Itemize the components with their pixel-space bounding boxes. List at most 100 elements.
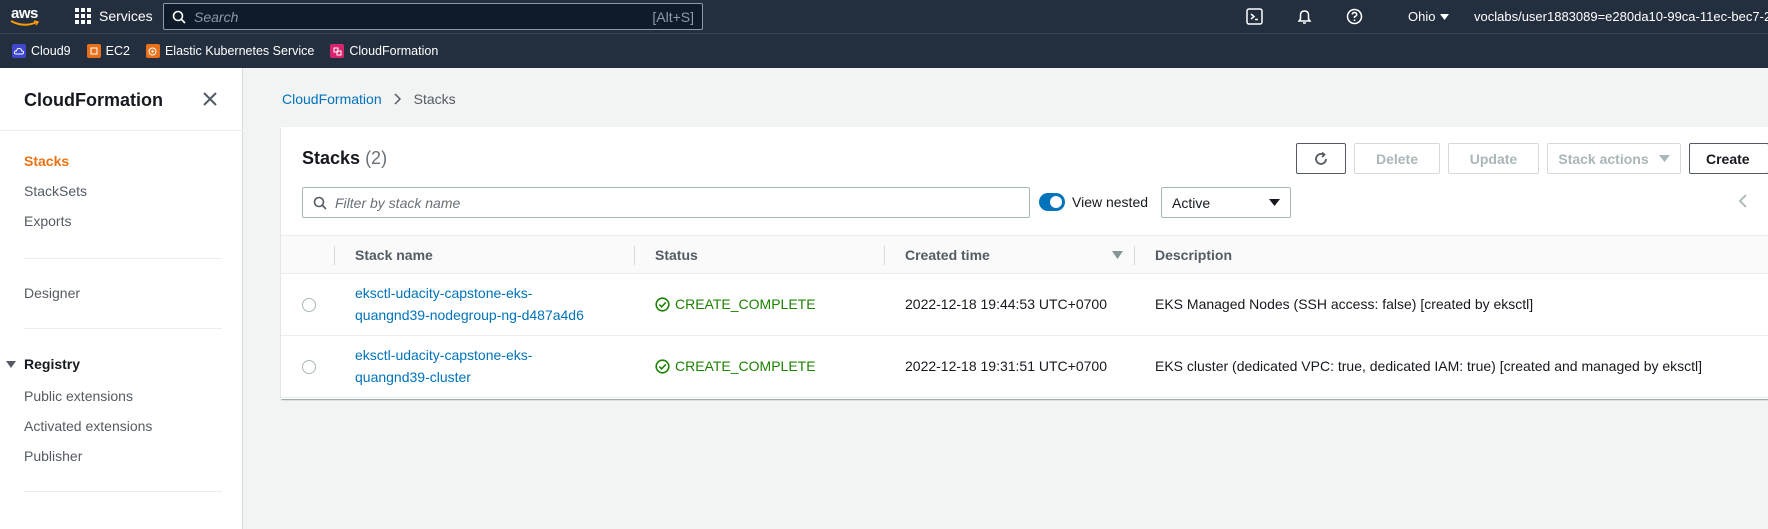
panel-title: Stacks (2) (302, 148, 387, 169)
favorite-label: Cloud9 (31, 44, 71, 58)
divider (0, 130, 243, 131)
column-divider (334, 246, 335, 265)
column-divider (884, 246, 885, 265)
sidebar-section-label: Registry (24, 356, 81, 372)
table-row[interactable]: eksctl-udacity-capstone-eks- quangnd39-n… (281, 274, 1768, 336)
cloudshell-icon[interactable] (1246, 8, 1263, 25)
favorites-bar: Cloud9 EC2 Elastic Kubernetes Service Cl… (0, 33, 1768, 68)
refresh-icon (1315, 151, 1327, 165)
row-select-radio[interactable] (302, 298, 316, 312)
search-shortcut: [Alt+S] (652, 8, 694, 25)
status-cell: CREATE_COMPLETE (655, 358, 816, 374)
column-divider (634, 246, 635, 265)
caret-down-icon (1269, 199, 1280, 206)
aws-smile-icon (10, 20, 40, 26)
view-nested-toggle[interactable] (1039, 193, 1065, 211)
divider (24, 491, 222, 492)
stack-description: EKS Managed Nodes (SSH access: false) [c… (1155, 296, 1534, 312)
cloudformation-icon (330, 44, 345, 58)
services-menu[interactable]: Services (75, 8, 153, 24)
divider (24, 258, 222, 259)
search-icon (313, 196, 327, 210)
bell-icon[interactable] (1296, 8, 1313, 25)
filter-box[interactable] (302, 187, 1030, 218)
panel-title-text: Stacks (302, 148, 361, 168)
column-header-created-time[interactable]: Created time (905, 247, 990, 263)
table-row[interactable]: eksctl-udacity-capstone-eks- quangnd39-c… (281, 336, 1768, 398)
stack-name-link[interactable]: eksctl-udacity-capstone-eks- quangnd39-n… (355, 282, 584, 326)
side-navigation: CloudFormation Stacks StackSets Exports … (0, 68, 243, 529)
stack-actions-label: Stack actions (1558, 150, 1649, 167)
caret-down-icon (1658, 155, 1670, 162)
account-menu[interactable]: voclabs/user1883089=e280da10-99ca-11ec-b… (1474, 9, 1768, 24)
view-nested-label: View nested (1072, 194, 1149, 210)
sort-descending-icon[interactable] (1112, 251, 1123, 259)
favorite-cloudformation[interactable]: CloudFormation (330, 44, 438, 58)
created-time: 2022-12-18 19:44:53 UTC+0700 (905, 296, 1107, 312)
sidebar-item-public-extensions[interactable]: Public extensions (24, 388, 133, 404)
update-button[interactable]: Update (1448, 143, 1539, 174)
grid-icon (75, 8, 91, 24)
create-stack-button[interactable]: Create (1689, 143, 1768, 174)
sidebar-item-stacks[interactable]: Stacks (24, 153, 69, 169)
stack-name-line: quangnd39-cluster (355, 369, 471, 385)
sidebar-item-designer[interactable]: Designer (24, 285, 80, 301)
favorite-label: CloudFormation (349, 44, 439, 58)
stacks-table-panel: Stacks (2) Delete Update Stack actions C… (281, 127, 1768, 399)
sidebar-item-exports[interactable]: Exports (24, 213, 71, 229)
status-text: CREATE_COMPLETE (675, 296, 816, 312)
breadcrumb: CloudFormation Stacks (282, 91, 456, 107)
sidebar-item-publisher[interactable]: Publisher (24, 448, 82, 464)
sidebar-item-stacksets[interactable]: StackSets (24, 183, 87, 199)
region-label: Ohio (1408, 9, 1436, 24)
top-navigation: aws Services [Alt+S] Ohio voclab (0, 0, 1768, 33)
caret-down-icon (1440, 13, 1450, 20)
status-filter-select[interactable]: Active (1161, 187, 1291, 218)
services-label: Services (99, 8, 153, 24)
column-header-status[interactable]: Status (655, 247, 698, 263)
help-icon[interactable] (1346, 8, 1363, 25)
column-divider (1134, 246, 1135, 265)
chevron-left-icon[interactable] (1738, 193, 1748, 209)
stack-name-link[interactable]: eksctl-udacity-capstone-eks- quangnd39-c… (355, 344, 532, 388)
eks-icon (145, 44, 160, 58)
ec2-icon (86, 44, 101, 58)
cloud9-icon (12, 44, 26, 58)
sidebar-item-activated-extensions[interactable]: Activated extensions (24, 418, 152, 434)
breadcrumb-current: Stacks (413, 91, 456, 107)
delete-button[interactable]: Delete (1354, 143, 1440, 174)
created-time: 2022-12-18 19:31:51 UTC+0700 (905, 358, 1107, 374)
table-header: Stack name Status Created time Descripti… (281, 235, 1768, 274)
status-cell: CREATE_COMPLETE (655, 296, 816, 312)
filter-input[interactable] (335, 194, 1029, 211)
sidebar-title[interactable]: CloudFormation (24, 90, 163, 111)
status-filter-value: Active (1172, 194, 1211, 211)
favorite-ec2[interactable]: EC2 (86, 44, 130, 58)
refresh-button[interactable] (1296, 143, 1346, 174)
breadcrumb-cloudformation[interactable]: CloudFormation (282, 91, 382, 107)
divider (24, 328, 222, 329)
stack-count: (2) (365, 148, 388, 168)
status-text: CREATE_COMPLETE (675, 358, 816, 374)
stack-description: EKS cluster (dedicated VPC: true, dedica… (1155, 358, 1703, 374)
stack-actions-button[interactable]: Stack actions (1547, 143, 1681, 174)
region-selector[interactable]: Ohio (1408, 9, 1450, 24)
row-select-radio[interactable] (302, 360, 316, 374)
favorite-label: Elastic Kubernetes Service (164, 44, 315, 58)
favorite-eks[interactable]: Elastic Kubernetes Service (145, 44, 315, 58)
column-header-description[interactable]: Description (1155, 247, 1232, 263)
search-input[interactable] (194, 8, 653, 25)
aws-logo[interactable]: aws (10, 4, 44, 30)
stack-name-line: quangnd39-nodegroup-ng-d487a4d6 (355, 307, 584, 323)
toggle-knob (1050, 196, 1062, 208)
stack-name-line: eksctl-udacity-capstone-eks- (355, 347, 533, 363)
stack-name-line: eksctl-udacity-capstone-eks- (355, 285, 533, 301)
close-icon[interactable] (203, 92, 217, 106)
favorite-cloud9[interactable]: Cloud9 (12, 44, 71, 58)
caret-down-icon (6, 360, 16, 368)
search-bar[interactable]: [Alt+S] (163, 3, 703, 30)
success-check-icon (655, 358, 670, 374)
column-header-stack-name[interactable]: Stack name (355, 247, 433, 263)
sidebar-section-registry[interactable]: Registry (6, 356, 80, 372)
success-check-icon (655, 296, 670, 312)
